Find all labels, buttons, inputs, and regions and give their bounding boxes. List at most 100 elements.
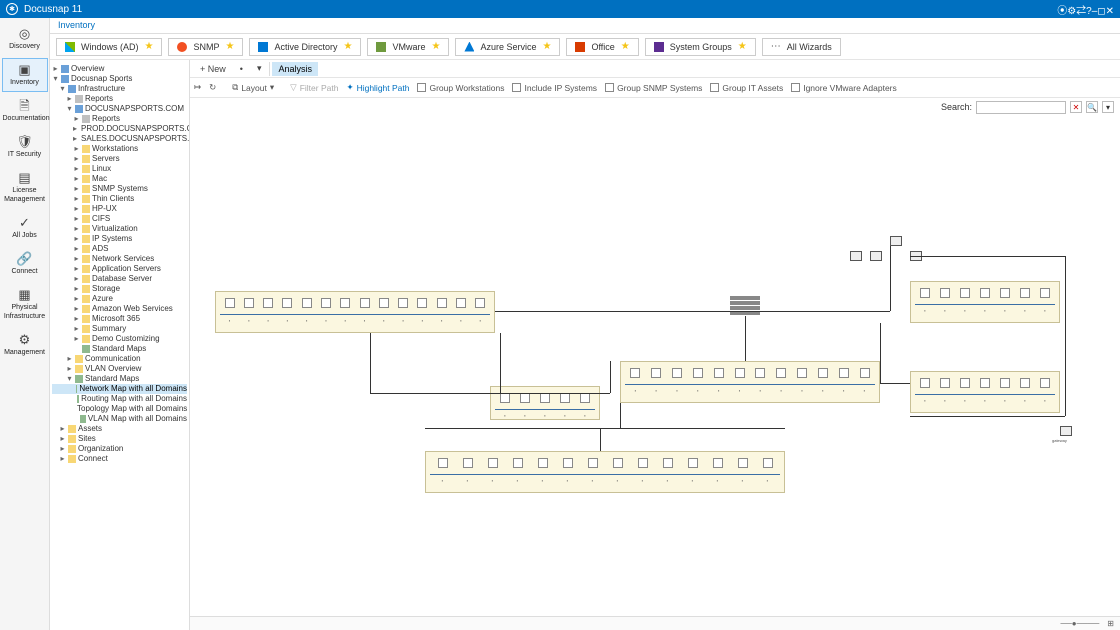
twisty-icon[interactable]: ▾: [66, 104, 73, 114]
search-input[interactable]: [976, 101, 1066, 114]
twisty-icon[interactable]: ▸: [73, 114, 80, 124]
check-include ip systems[interactable]: Include IP Systems: [512, 83, 597, 93]
tree-routing-map-with-all-domains[interactable]: Routing Map with all Domains: [52, 394, 187, 404]
window-button-6[interactable]: ✕: [1106, 6, 1114, 17]
wizard-windows-ad-[interactable]: Windows (AD) ★: [56, 38, 162, 56]
twisty-icon[interactable]: ▸: [73, 264, 80, 274]
tree-topology-map-with-all-domains[interactable]: Topology Map with all Domains: [52, 404, 187, 414]
tree-standard-maps[interactable]: ▾ Standard Maps: [52, 374, 187, 384]
window-button-2[interactable]: ⇄: [1076, 6, 1086, 17]
tree-cifs[interactable]: ▸ CIFS: [52, 214, 187, 224]
twisty-icon[interactable]: ▸: [73, 174, 80, 184]
tree-organization[interactable]: ▸ Organization: [52, 444, 187, 454]
checkbox-icon[interactable]: [605, 83, 614, 92]
rail-it security[interactable]: 🛡 IT Security: [2, 130, 48, 164]
refresh-icon[interactable]: ↻: [209, 82, 216, 93]
wizard-active-directory[interactable]: Active Directory ★: [249, 38, 361, 56]
tree-snmp-systems[interactable]: ▸ SNMP Systems: [52, 184, 187, 194]
twisty-icon[interactable]: ▸: [73, 144, 80, 154]
rail-physical infrastructure[interactable]: ▦ Physical Infrastructure: [2, 283, 48, 326]
twisty-icon[interactable]: ▸: [73, 224, 80, 234]
inventory-tree[interactable]: ▸ Overview ▾ Docusnap Sports ▾ Infrastru…: [50, 60, 190, 630]
tree-amazon-web-services[interactable]: ▸ Amazon Web Services: [52, 304, 187, 314]
twisty-icon[interactable]: ▸: [59, 434, 66, 444]
tree-azure[interactable]: ▸ Azure: [52, 294, 187, 304]
layout-dropdown[interactable]: ⧉ Layout ▾: [232, 82, 274, 93]
twisty-icon[interactable]: ▾: [52, 74, 59, 84]
twisty-icon[interactable]: ▸: [59, 454, 66, 464]
rail-all jobs[interactable]: ✓ All Jobs: [2, 211, 48, 245]
twisty-icon[interactable]: ▸: [73, 314, 80, 324]
tree-docusnapsports-com[interactable]: ▾ DOCUSNAPSPORTS.COM: [52, 104, 187, 114]
tree-sites[interactable]: ▸ Sites: [52, 434, 187, 444]
highlight-path-button[interactable]: ✦ Highlight Path: [346, 82, 409, 93]
window-button-0[interactable]: ⦿: [1057, 6, 1067, 17]
nav-back-icon[interactable]: ↦: [194, 82, 201, 93]
twisty-icon[interactable]: ▸: [73, 184, 80, 194]
all-wizards-button[interactable]: ⋯ All Wizards: [762, 38, 841, 56]
twisty-icon[interactable]: ▾: [59, 84, 66, 94]
twisty-icon[interactable]: ▸: [73, 244, 80, 254]
zoom-slider-icon[interactable]: ──●────: [1060, 619, 1099, 628]
twisty-icon[interactable]: ▾: [66, 374, 73, 384]
window-button-1[interactable]: ⚙: [1067, 6, 1076, 17]
analysis-tab[interactable]: Analysis: [272, 62, 318, 76]
twisty-icon[interactable]: ▸: [66, 354, 73, 364]
wizard-system-groups[interactable]: System Groups ★: [645, 38, 756, 56]
check-group workstations[interactable]: Group Workstations: [417, 83, 504, 93]
checkbox-icon[interactable]: [710, 83, 719, 92]
tree-ip-systems[interactable]: ▸ IP Systems: [52, 234, 187, 244]
twisty-icon[interactable]: ▸: [73, 254, 80, 264]
twisty-icon[interactable]: ▸: [52, 64, 59, 74]
twisty-icon[interactable]: ▸: [66, 94, 73, 104]
tree-application-servers[interactable]: ▸ Application Servers: [52, 264, 187, 274]
network-map-canvas[interactable]: ▪▪▪▪▪▪▪▪▪▪▪▪▪▪ ▪▪▪▪▪ ▪▪▪▪▪▪▪▪▪▪▪▪▪▪ ▪▪▪▪…: [190, 116, 1120, 616]
check-group it assets[interactable]: Group IT Assets: [710, 83, 783, 93]
tree-communication[interactable]: ▸ Communication: [52, 354, 187, 364]
wizard-azure-service[interactable]: Azure Service ★: [455, 38, 560, 56]
wizard-vmware[interactable]: VMware ★: [367, 38, 449, 56]
twisty-icon[interactable]: ▸: [73, 214, 80, 224]
checkbox-icon[interactable]: [417, 83, 426, 92]
tree-workstations[interactable]: ▸ Workstations: [52, 144, 187, 154]
twisty-icon[interactable]: ▸: [73, 204, 80, 214]
tree-summary[interactable]: ▸ Summary: [52, 324, 187, 334]
filter-path-button[interactable]: ▽ Filter Path: [290, 82, 338, 93]
twisty-icon[interactable]: ▸: [73, 274, 80, 284]
tree-prod-docusnapsports-com[interactable]: ▸ PROD.DOCUSNAPSPORTS.COM: [52, 124, 187, 134]
dropdown-1[interactable]: •: [234, 62, 249, 76]
twisty-icon[interactable]: ▸: [73, 164, 80, 174]
tree-assets[interactable]: ▸ Assets: [52, 424, 187, 434]
rail-documentation[interactable]: 🗎 Documentation: [2, 94, 48, 128]
tree-hp-ux[interactable]: ▸ HP-UX: [52, 204, 187, 214]
tree-sales-docusnapsports-com[interactable]: ▸ SALES.DOCUSNAPSPORTS.COM: [52, 134, 187, 144]
tree-vlan-map-with-all-domains[interactable]: VLAN Map with all Domains: [52, 414, 187, 424]
rail-discovery[interactable]: ◎ Discovery: [2, 22, 48, 56]
tree-linux[interactable]: ▸ Linux: [52, 164, 187, 174]
rail-inventory[interactable]: ▣ Inventory: [2, 58, 48, 92]
rail-management[interactable]: ⚙ Management: [2, 328, 48, 362]
twisty-icon[interactable]: ▸: [73, 154, 80, 164]
twisty-icon[interactable]: ▸: [73, 304, 80, 314]
tree-thin-clients[interactable]: ▸ Thin Clients: [52, 194, 187, 204]
dropdown-2[interactable]: ▾: [251, 61, 268, 76]
twisty-icon[interactable]: ▸: [73, 324, 80, 334]
twisty-icon[interactable]: ▸: [73, 334, 80, 344]
twisty-icon[interactable]: ▸: [59, 444, 66, 454]
wizard-snmp[interactable]: SNMP ★: [168, 38, 243, 56]
checkbox-icon[interactable]: [512, 83, 521, 92]
tree-servers[interactable]: ▸ Servers: [52, 154, 187, 164]
tree-connect[interactable]: ▸ Connect: [52, 454, 187, 464]
twisty-icon[interactable]: ▸: [73, 194, 80, 204]
twisty-icon[interactable]: ▸: [73, 234, 80, 244]
tree-mac[interactable]: ▸ Mac: [52, 174, 187, 184]
tree-virtualization[interactable]: ▸ Virtualization: [52, 224, 187, 234]
tree-reports[interactable]: ▸ Reports: [52, 114, 187, 124]
twisty-icon[interactable]: ▸: [66, 364, 73, 374]
tree-network-services[interactable]: ▸ Network Services: [52, 254, 187, 264]
check-ignore vmware adapters[interactable]: Ignore VMware Adapters: [791, 83, 897, 93]
clear-search-icon[interactable]: ✕: [1070, 101, 1082, 113]
search-icon[interactable]: 🔍: [1086, 101, 1098, 113]
tree-standard-maps[interactable]: Standard Maps: [52, 344, 187, 354]
tree-reports[interactable]: ▸ Reports: [52, 94, 187, 104]
